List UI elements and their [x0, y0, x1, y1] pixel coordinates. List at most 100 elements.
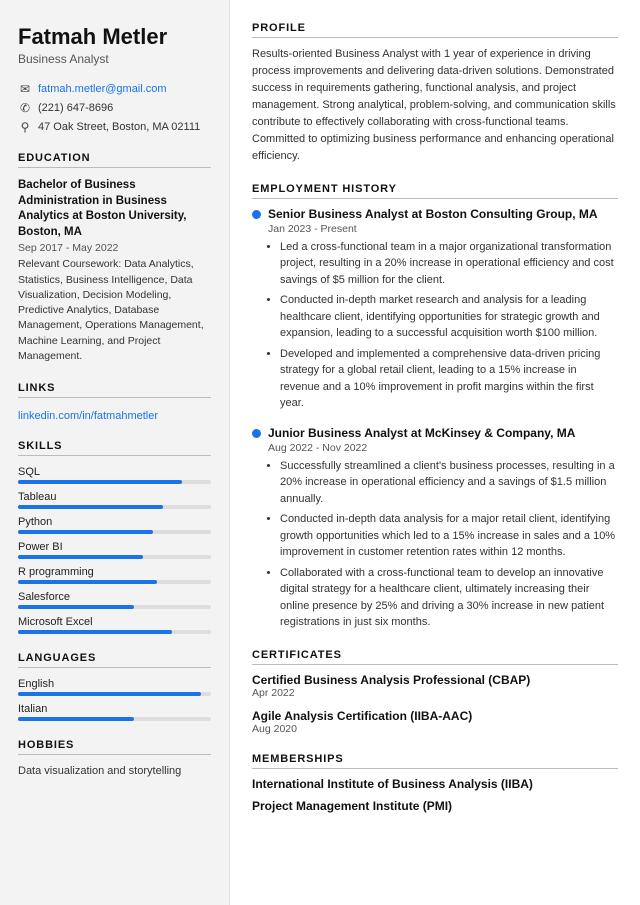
- certificates-section: Certificates Certified Business Analysis…: [252, 649, 618, 735]
- phone-icon: ✆: [18, 101, 32, 115]
- cert-date: Aug 2020: [252, 723, 618, 735]
- language-label: English: [18, 678, 211, 690]
- hobbies-section: Hobbies Data visualization and storytell…: [18, 739, 211, 777]
- job-entry: Junior Business Analyst at McKinsey & Co…: [252, 426, 618, 631]
- education-section: Education Bachelor of Business Administr…: [18, 152, 211, 364]
- certs-list: Certified Business Analysis Professional…: [252, 673, 618, 735]
- memberships-section: Memberships International Institute of B…: [252, 753, 618, 813]
- skill-bar-bg: [18, 530, 211, 534]
- skill-bar-bg: [18, 555, 211, 559]
- main-content: Profile Results-oriented Business Analys…: [230, 0, 640, 905]
- profile-section-title: Profile: [252, 22, 618, 38]
- sidebar: Fatmah Metler Business Analyst ✉ fatmah.…: [0, 0, 230, 905]
- skill-bar-bg: [18, 505, 211, 509]
- job-entry: Senior Business Analyst at Boston Consul…: [252, 207, 618, 412]
- email-icon: ✉: [18, 82, 32, 96]
- hobbies-text: Data visualization and storytelling: [18, 765, 211, 777]
- language-bar-bg: [18, 692, 211, 696]
- education-coursework: Relevant Coursework: Data Analytics, Sta…: [18, 257, 211, 364]
- job-title-row: Junior Business Analyst at McKinsey & Co…: [252, 426, 618, 442]
- skill-bar-bg: [18, 480, 211, 484]
- candidate-name: Fatmah Metler: [18, 24, 211, 50]
- skill-row: Microsoft Excel: [18, 616, 211, 634]
- skills-section-title: Skills: [18, 440, 211, 456]
- contact-phone: ✆ (221) 647-8696: [18, 101, 211, 115]
- education-dates: Sep 2017 - May 2022: [18, 242, 211, 254]
- job-title-row: Senior Business Analyst at Boston Consul…: [252, 207, 618, 223]
- job-bullets: Led a cross-functional team in a major o…: [268, 239, 618, 412]
- membership-entry: Project Management Institute (PMI): [252, 799, 618, 813]
- skill-bar-fill: [18, 580, 157, 584]
- memberships-section-title: Memberships: [252, 753, 618, 769]
- location-icon: ⚲: [18, 120, 32, 134]
- resume-container: Fatmah Metler Business Analyst ✉ fatmah.…: [0, 0, 640, 905]
- skill-bar-fill: [18, 505, 163, 509]
- skill-label: Microsoft Excel: [18, 616, 211, 628]
- cert-entry: Agile Analysis Certification (IIBA-AAC) …: [252, 709, 618, 735]
- coursework-label: Relevant Coursework:: [18, 258, 121, 270]
- employment-section: Employment History Senior Business Analy…: [252, 183, 618, 630]
- cert-name: Agile Analysis Certification (IIBA-AAC): [252, 709, 618, 723]
- contact-email: ✉ fatmah.metler@gmail.com: [18, 82, 211, 96]
- skill-bar-fill: [18, 605, 134, 609]
- skills-list: SQL Tableau Python Power BI R programmin…: [18, 466, 211, 634]
- skill-bar-fill: [18, 555, 143, 559]
- cert-name: Certified Business Analysis Professional…: [252, 673, 618, 687]
- skill-bar-fill: [18, 630, 172, 634]
- language-row: English: [18, 678, 211, 696]
- memberships-list: International Institute of Business Anal…: [252, 777, 618, 813]
- profile-section: Profile Results-oriented Business Analys…: [252, 22, 618, 165]
- job-title: Senior Business Analyst at Boston Consul…: [268, 207, 598, 223]
- language-row: Italian: [18, 703, 211, 721]
- job-dot: [252, 429, 261, 438]
- languages-section: Languages English Italian: [18, 652, 211, 721]
- coursework-text: Data Analytics, Statistics, Business Int…: [18, 258, 204, 361]
- jobs-list: Senior Business Analyst at Boston Consul…: [252, 207, 618, 630]
- skill-bar-bg: [18, 605, 211, 609]
- education-section-title: Education: [18, 152, 211, 168]
- job-bullets: Successfully streamlined a client's busi…: [268, 458, 618, 631]
- job-bullet: Conducted in-depth data analysis for a m…: [280, 511, 618, 561]
- skill-label: Python: [18, 516, 211, 528]
- skill-label: Salesforce: [18, 591, 211, 603]
- skill-row: Salesforce: [18, 591, 211, 609]
- linkedin-link[interactable]: linkedin.com/in/fatmahmetler: [18, 410, 158, 422]
- skill-bar-fill: [18, 530, 153, 534]
- skill-label: R programming: [18, 566, 211, 578]
- links-section-title: Links: [18, 382, 211, 398]
- contact-address: ⚲ 47 Oak Street, Boston, MA 02111: [18, 120, 211, 134]
- skill-bar-bg: [18, 630, 211, 634]
- language-bar-fill: [18, 717, 134, 721]
- skill-bar-fill: [18, 480, 182, 484]
- contact-list: ✉ fatmah.metler@gmail.com ✆ (221) 647-86…: [18, 82, 211, 134]
- skill-label: Power BI: [18, 541, 211, 553]
- job-bullet: Developed and implemented a comprehensiv…: [280, 346, 618, 412]
- email-link[interactable]: fatmah.metler@gmail.com: [38, 83, 167, 95]
- hobbies-section-title: Hobbies: [18, 739, 211, 755]
- language-label: Italian: [18, 703, 211, 715]
- job-title: Junior Business Analyst at McKinsey & Co…: [268, 426, 575, 442]
- job-dot: [252, 210, 261, 219]
- job-bullet: Collaborated with a cross-functional tea…: [280, 565, 618, 631]
- cert-date: Apr 2022: [252, 687, 618, 699]
- skill-row: Tableau: [18, 491, 211, 509]
- job-bullet: Led a cross-functional team in a major o…: [280, 239, 618, 289]
- skill-row: Power BI: [18, 541, 211, 559]
- job-bullet: Successfully streamlined a client's busi…: [280, 458, 618, 508]
- cert-entry: Certified Business Analysis Professional…: [252, 673, 618, 699]
- language-bar-fill: [18, 692, 201, 696]
- language-bar-bg: [18, 717, 211, 721]
- job-dates: Jan 2023 - Present: [268, 223, 618, 235]
- links-section: Links linkedin.com/in/fatmahmetler: [18, 382, 211, 422]
- certificates-section-title: Certificates: [252, 649, 618, 665]
- skill-row: SQL: [18, 466, 211, 484]
- employment-section-title: Employment History: [252, 183, 618, 199]
- membership-entry: International Institute of Business Anal…: [252, 777, 618, 791]
- skill-label: SQL: [18, 466, 211, 478]
- skill-row: Python: [18, 516, 211, 534]
- candidate-title: Business Analyst: [18, 52, 211, 66]
- skill-label: Tableau: [18, 491, 211, 503]
- languages-list: English Italian: [18, 678, 211, 721]
- education-degree: Bachelor of Business Administration in B…: [18, 178, 211, 240]
- languages-section-title: Languages: [18, 652, 211, 668]
